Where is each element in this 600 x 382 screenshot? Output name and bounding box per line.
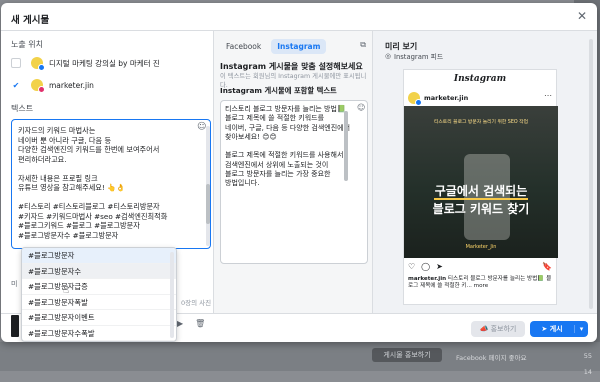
platform-tabs: Facebook Instagram (220, 39, 327, 54)
partially-hidden-label: 미 (11, 280, 18, 288)
account-row-facebook[interactable]: 디지털 마케팅 강의실 by 마케터 진 (11, 55, 160, 71)
instagram-text-scrollbar[interactable] (344, 111, 348, 181)
text-scrollbar[interactable] (206, 126, 210, 246)
expand-icon[interactable]: ⧉ (360, 40, 366, 50)
post-username: marketer.jin (424, 94, 469, 102)
post-caption: marketer.jin 티스토리 블로그 방문자를 늘리는 방법📗 블로그 제… (408, 276, 554, 290)
background-stat-row: Facebook 페이지 좋아요 55 (456, 352, 592, 362)
emoji-icon[interactable]: ☺ (197, 122, 206, 132)
avatar (408, 92, 422, 106)
preview-feed-selector[interactable]: ◎ Instagram 피드 (385, 51, 443, 61)
instagram-logo: Instagram (453, 74, 507, 84)
suggestion-item[interactable]: #블로그방문자수 (22, 263, 176, 279)
post-actions: ♡ ◯ ➤ (408, 262, 443, 271)
suggestion-item[interactable]: #블로그방문자급증 (22, 279, 176, 295)
tab-instagram[interactable]: Instagram (271, 39, 327, 54)
new-post-dialog: 새 게시물 ✕ 노출 위치 디지털 마케팅 강의실 by 마케터 진 ✔ mar… (1, 3, 597, 342)
trash-icon[interactable]: 🗑 (195, 319, 205, 328)
instagram-customize-panel: Facebook Instagram ⧉ Instagram 게시물을 맞춤 설… (213, 31, 373, 313)
image-top-caption: 티스토리 블로그 방문자 늘리기 위한 SEO 작업 (433, 120, 529, 125)
tab-facebook[interactable]: Facebook (220, 39, 267, 54)
close-icon[interactable]: ✕ (577, 9, 587, 23)
dialog-title: 새 게시물 (11, 15, 50, 26)
suggestions-scrollbar[interactable] (170, 252, 174, 338)
page-avatar (31, 57, 45, 71)
preview-scrollbar[interactable] (589, 39, 593, 309)
hashtag-suggestions: #블로그방문자 #블로그방문자수 #블로그방문자급증 #블로그방문자폭발 #블로… (21, 247, 177, 342)
post-to-label: 노출 위치 (11, 40, 43, 49)
instagram-icon: ◎ (385, 52, 391, 60)
suggestion-item[interactable]: #블로그방문자수폭발 (22, 326, 176, 341)
share-icon: ➤ (436, 262, 443, 271)
post-button[interactable]: ➤ 게시 ▾ (530, 321, 588, 337)
image-count: 0장의 사진 (181, 299, 212, 307)
comment-icon: ◯ (421, 262, 431, 271)
suggestion-item[interactable]: #블로그방문자이벤트 (22, 310, 176, 326)
account-name: 디지털 마케팅 강의실 by 마케터 진 (49, 58, 160, 68)
image-handle: Marketer_Jin (465, 244, 497, 250)
background-stat-row: 14 (583, 368, 592, 376)
media-controls: ▶ 🗑 (177, 319, 205, 328)
instagram-text-label: Instagram 게시물에 포함할 텍스트 (220, 86, 337, 95)
hand-cursor-icon: ☝ (63, 285, 70, 296)
account-name: marketer.jin (49, 80, 94, 90)
check-icon[interactable]: ✔ (11, 80, 21, 90)
post-header: marketer.jin (408, 92, 469, 106)
image-headline-2: 블로그 키워드 찾기 (432, 202, 530, 216)
image-headline-1: 구글에서 검색되는 (434, 184, 528, 198)
instagram-avatar (31, 79, 45, 93)
more-options-icon: ⋯ (544, 91, 552, 100)
post-text-input[interactable]: 키자드의 키워드 마법사는 네이버 뿐 아니라 구글, 다음 등 다양한 검색엔… (11, 119, 211, 249)
emoji-icon[interactable]: ☺ (357, 103, 365, 112)
preview-feed-label: Instagram 피드 (393, 53, 444, 61)
boost-button: 📣 홍보하기 (471, 321, 525, 337)
instagram-post-preview: Instagram marketer.jin ⋯ 티스토리 블로그 방문자 늘리… (403, 69, 558, 305)
heart-icon: ♡ (408, 262, 416, 271)
suggestion-item[interactable]: #블로그방문자 (22, 248, 176, 264)
caption-username: marketer.jin (408, 276, 447, 282)
background-promote-button: 게시물 홍보하기 (372, 348, 442, 362)
background-stats: Facebook 페이지 좋아요 55 14 (456, 352, 592, 382)
text-label: 텍스트 (11, 104, 34, 113)
media-thumbnail[interactable] (11, 315, 19, 337)
next-icon[interactable]: ▶ (177, 319, 183, 328)
account-row-instagram[interactable]: ✔ marketer.jin (11, 77, 94, 93)
post-image: 티스토리 블로그 방문자 늘리기 위한 SEO 작업 구글에서 검색되는 블로그… (404, 106, 558, 258)
suggestion-item[interactable]: #블로그방문자폭발 (22, 295, 176, 310)
bookmark-icon: 🔖 (542, 262, 552, 271)
post-button-label[interactable]: ➤ 게시 (530, 324, 574, 334)
chevron-down-icon[interactable]: ▾ (574, 325, 588, 333)
preview-panel: 미리 보기 ◎ Instagram 피드 Instagram marketer.… (373, 31, 597, 313)
account-checkbox[interactable] (11, 58, 21, 68)
